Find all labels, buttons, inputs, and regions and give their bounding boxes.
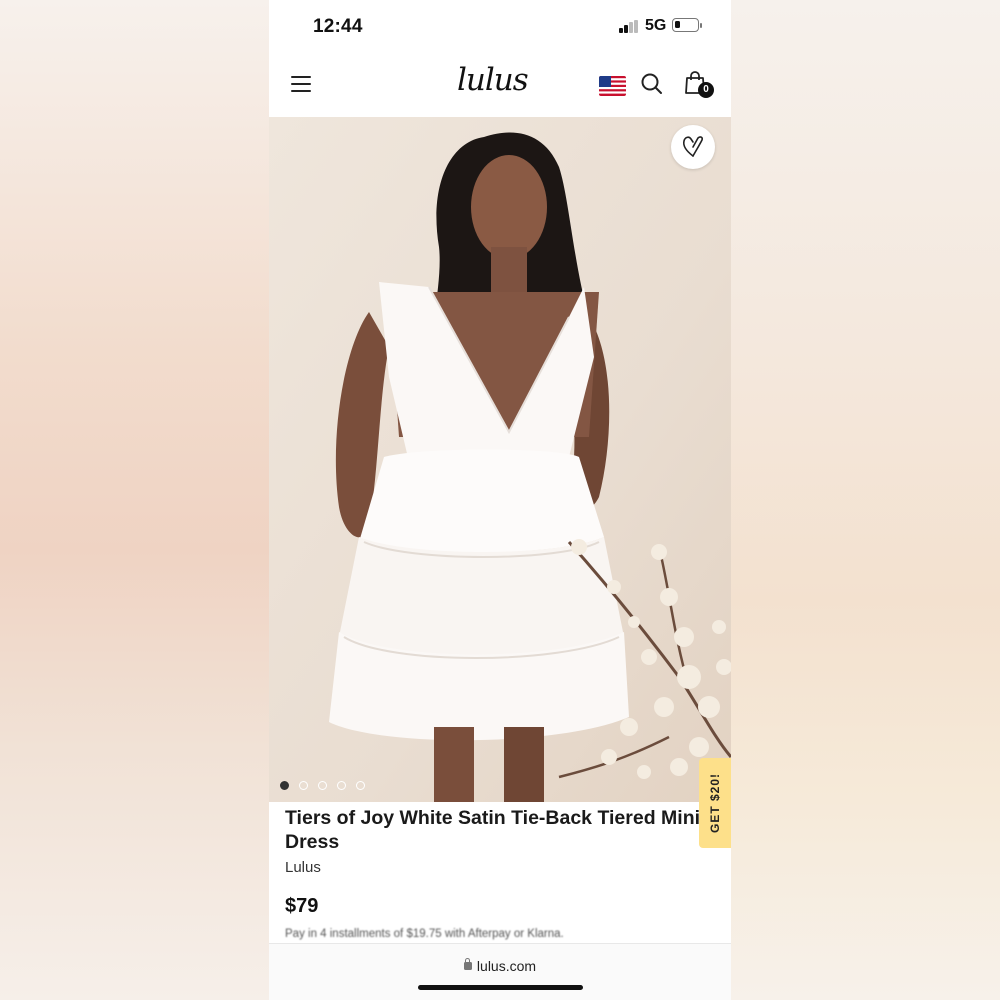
flag-icon[interactable] — [599, 76, 626, 96]
carousel-dot[interactable] — [280, 781, 289, 790]
lock-icon — [463, 958, 472, 970]
image-carousel-dots — [280, 781, 365, 790]
heart-icon — [682, 136, 703, 157]
promo-label: GET $20! — [708, 772, 722, 834]
battery-level — [675, 21, 680, 28]
url-label: lulus.com — [476, 958, 537, 974]
logo[interactable]: lulus — [457, 62, 529, 98]
background-blur-left — [0, 0, 269, 1000]
product-brand[interactable]: Lulus — [285, 859, 321, 876]
search-icon[interactable] — [641, 73, 663, 95]
network-type: 5G — [645, 17, 667, 34]
carousel-dot[interactable] — [356, 781, 365, 790]
carousel-dot[interactable] — [318, 781, 327, 790]
status-time: 12:44 — [313, 16, 363, 37]
url-text[interactable]: lulus.com — [269, 958, 731, 974]
signal-icon — [619, 20, 639, 33]
menu-icon[interactable] — [291, 76, 311, 92]
battery-icon — [672, 18, 702, 32]
home-indicator[interactable] — [418, 985, 583, 990]
carousel-dot[interactable] — [337, 781, 346, 790]
cart-count-badge: 0 — [698, 82, 714, 98]
phone-screen: 12:44 5G lulus 0 GET $20! Tiers of Joy W… — [269, 0, 731, 1000]
background-blur-right — [731, 0, 1000, 1000]
product-price: $79 — [285, 895, 319, 917]
status-bar: 12:44 5G — [269, 0, 731, 52]
carousel-dot[interactable] — [299, 781, 308, 790]
site-header: lulus 0 — [269, 56, 731, 116]
product-title: Tiers of Joy White Satin Tie-Back Tiered… — [285, 807, 701, 853]
product-image[interactable] — [269, 117, 731, 802]
model-illustration — [269, 117, 731, 802]
installments-text[interactable]: Pay in 4 installments of $19.75 with Aft… — [285, 928, 564, 940]
wishlist-button[interactable] — [671, 125, 715, 169]
browser-url-bar[interactable]: lulus.com — [269, 943, 731, 1000]
